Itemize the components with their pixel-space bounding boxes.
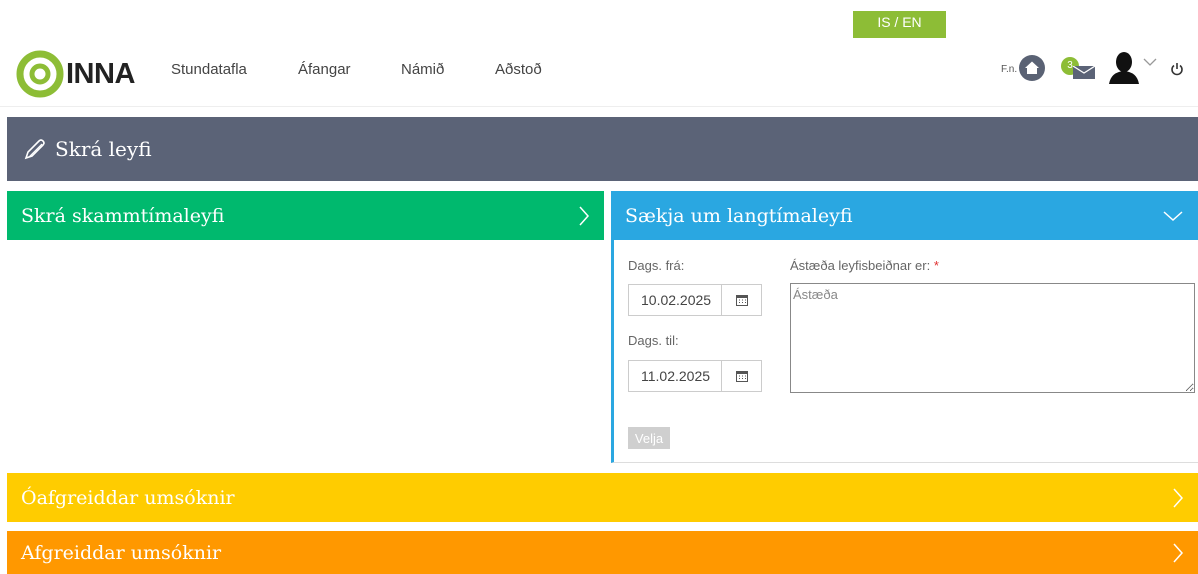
- nav-item-afangar[interactable]: Áfangar: [298, 61, 351, 78]
- long-leave-panel-header[interactable]: Sækja um langtímaleyfi: [611, 191, 1198, 240]
- nav-item-adstod[interactable]: Aðstoð: [495, 61, 542, 78]
- chevron-down-icon: [1163, 210, 1183, 221]
- date-to-label: Dags. til:: [628, 333, 679, 348]
- nav-item-stundatafla[interactable]: Stundatafla: [171, 61, 247, 78]
- power-icon[interactable]: [1170, 62, 1184, 76]
- calendar-icon[interactable]: [721, 361, 761, 391]
- chevron-right-icon: [1173, 543, 1184, 563]
- pending-applications-header[interactable]: Óafgreiddar umsóknir: [7, 473, 1198, 522]
- required-marker: *: [933, 258, 939, 273]
- date-from-label: Dags. frá:: [628, 258, 685, 273]
- date-to-input[interactable]: [629, 361, 721, 391]
- language-toggle-button[interactable]: IS / EN: [853, 11, 946, 38]
- chevron-down-icon[interactable]: [1143, 57, 1157, 67]
- reason-label: Ástæða leyfisbeiðnar er: *: [790, 258, 939, 273]
- inna-logo-icon: [16, 50, 64, 98]
- date-from-field[interactable]: [628, 284, 762, 316]
- user-avatar-icon[interactable]: [1107, 52, 1141, 84]
- calendar-icon[interactable]: [721, 285, 761, 315]
- logo[interactable]: INNA: [16, 50, 135, 98]
- date-to-field[interactable]: [628, 360, 762, 392]
- long-leave-title: Sækja um langtímaleyfi: [625, 204, 853, 227]
- pencil-icon: [24, 139, 45, 160]
- page-title-bar: Skrá leyfi: [7, 117, 1198, 181]
- header-divider: [0, 106, 1198, 107]
- long-leave-form: Dags. frá: Dags. til: Ástæða leyfisbeiðn…: [611, 240, 1198, 463]
- chevron-right-icon: [1173, 488, 1184, 507]
- logo-text: INNA: [66, 57, 135, 90]
- nav-item-namid[interactable]: Námið: [401, 61, 444, 78]
- short-leave-title: Skrá skammtímaleyfi: [21, 204, 225, 227]
- fn-label: F.n.: [1001, 64, 1018, 75]
- page-title: Skrá leyfi: [55, 137, 152, 161]
- home-icon[interactable]: [1019, 55, 1045, 81]
- reason-textarea[interactable]: [790, 283, 1195, 393]
- short-leave-panel-header[interactable]: Skrá skammtímaleyfi: [7, 191, 604, 240]
- date-from-input[interactable]: [629, 285, 721, 315]
- mail-icon[interactable]: [1073, 66, 1095, 79]
- reason-label-text: Ástæða leyfisbeiðnar er:: [790, 258, 931, 273]
- processed-applications-title: Afgreiddar umsóknir: [21, 542, 222, 564]
- chevron-right-icon: [579, 206, 590, 225]
- processed-applications-header[interactable]: Afgreiddar umsóknir: [7, 531, 1198, 574]
- submit-button[interactable]: Velja: [628, 427, 670, 449]
- pending-applications-title: Óafgreiddar umsóknir: [21, 486, 235, 509]
